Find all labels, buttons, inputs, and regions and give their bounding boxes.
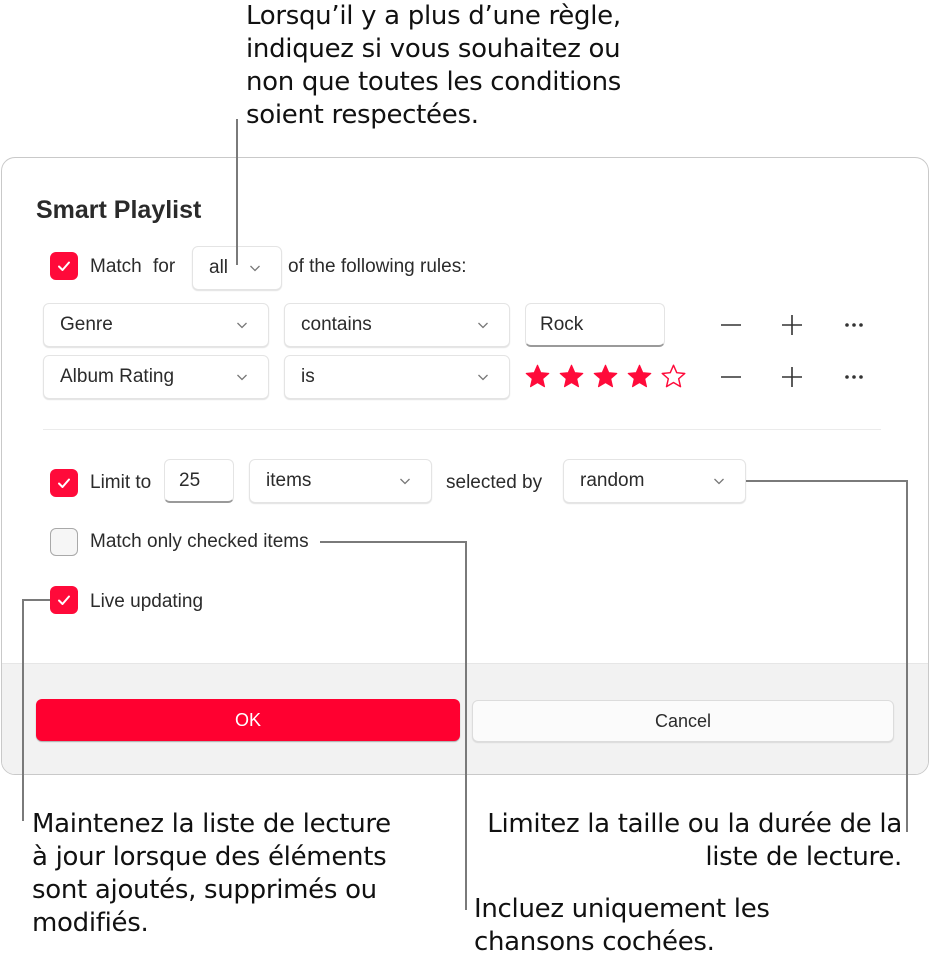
rule-2-rating[interactable] (524, 363, 687, 390)
rule-2-remove-button[interactable] (716, 362, 746, 392)
rule-1-operator-value: contains (301, 314, 372, 335)
selected-by-label: selected by (446, 472, 543, 493)
selected-by-select[interactable]: random (563, 459, 746, 503)
callout-live-updating: Maintenez la liste de lecture à jour lor… (32, 809, 391, 938)
rule-2-field-value: Album Rating (60, 366, 175, 387)
selected-by-value: random (580, 470, 645, 491)
chevron-down-icon (478, 374, 488, 381)
rule-1-field-select[interactable]: Genre (43, 303, 269, 347)
rule-2-operator-value: is (301, 366, 315, 387)
match-checked-checkbox[interactable] (50, 528, 78, 556)
rule-2-more-button[interactable] (839, 362, 869, 392)
chevron-down-icon (400, 478, 410, 485)
chevron-down-icon (237, 374, 247, 381)
star-filled-icon[interactable] (592, 363, 619, 390)
rule-2-add-button[interactable] (777, 362, 807, 392)
limit-amount-field[interactable]: 25 (164, 459, 234, 503)
match-for-label: for (153, 256, 176, 277)
chevron-down-icon (478, 322, 488, 329)
rule-1-more-button[interactable] (839, 310, 869, 340)
checkmark-icon (58, 478, 70, 488)
minus-icon (721, 324, 741, 326)
rule-1-value-text: Rock (540, 313, 584, 335)
match-suffix-label: of the following rules: (288, 256, 467, 277)
rule-2-field-select[interactable]: Album Rating (43, 355, 269, 399)
match-mode-value: all (209, 257, 229, 278)
plus-icon (782, 315, 802, 335)
cancel-button[interactable]: Cancel (472, 700, 894, 742)
limit-checkbox[interactable] (50, 469, 78, 497)
callout-line-checked-h (320, 541, 467, 543)
callout-match-rules: Lorsqu’il y a plus d’une règle, indiquez… (246, 1, 622, 130)
callout-line-limit-v (906, 480, 908, 832)
star-filled-icon[interactable] (524, 363, 551, 390)
rule-2-operator-select[interactable]: is (284, 355, 510, 399)
callout-line-live-h (22, 599, 50, 601)
chevron-down-icon (714, 478, 724, 485)
section-divider (43, 429, 881, 430)
rule-1-field-value: Genre (60, 314, 113, 335)
match-label: Match (90, 256, 142, 277)
star-filled-icon[interactable] (626, 363, 653, 390)
chevron-down-icon (237, 322, 247, 329)
minus-icon (721, 376, 741, 378)
callout-line-match (236, 119, 238, 265)
live-updating-label: Live updating (90, 591, 204, 612)
callout-line-checked-v (465, 541, 467, 910)
callout-line-live-v (22, 599, 24, 821)
star-empty-icon[interactable] (660, 363, 687, 390)
ok-button[interactable]: OK (36, 699, 460, 741)
ellipsis-icon (845, 375, 863, 379)
checkmark-icon (58, 595, 70, 605)
live-updating-checkbox[interactable] (50, 586, 78, 614)
ellipsis-icon (845, 323, 863, 327)
callout-line-limit-h (746, 480, 908, 482)
callout-limit: Limitez la taille ou la durée de la list… (487, 809, 902, 872)
match-checkbox[interactable] (50, 252, 78, 280)
rule-1-operator-select[interactable]: contains (284, 303, 510, 347)
rule-1-value-field[interactable]: Rock (525, 303, 665, 347)
limit-label: Limit to (90, 472, 152, 493)
plus-icon (782, 367, 802, 387)
callout-checked-only: Incluez uniquement les chansons cochées. (474, 894, 770, 957)
dialog-title: Smart Playlist (36, 196, 202, 224)
match-checked-label: Match only checked items (90, 531, 309, 552)
star-filled-icon[interactable] (558, 363, 585, 390)
checkmark-icon (58, 261, 70, 271)
limit-unit-value: items (266, 470, 312, 491)
chevron-down-icon (250, 265, 260, 272)
limit-unit-select[interactable]: items (249, 459, 432, 503)
rule-1-remove-button[interactable] (716, 310, 746, 340)
limit-amount-value: 25 (179, 469, 201, 491)
rule-1-add-button[interactable] (777, 310, 807, 340)
